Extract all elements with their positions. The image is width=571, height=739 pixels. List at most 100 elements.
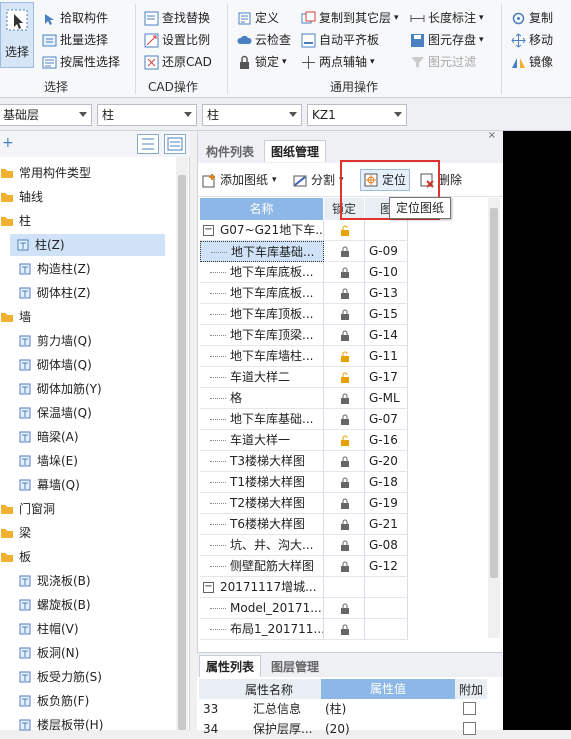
tree-item[interactable]: 梁 bbox=[0, 522, 172, 544]
tree-item[interactable]: 现浇板(B) bbox=[0, 570, 172, 592]
drawing-name-cell[interactable]: T6楼梯大样图 bbox=[200, 514, 324, 535]
define-button[interactable]: 定义 bbox=[237, 8, 279, 28]
drawing-canvas[interactable] bbox=[503, 131, 571, 730]
tree-item[interactable]: 板受力筋(S) bbox=[0, 666, 172, 688]
tree-scrollbar-thumb[interactable] bbox=[178, 175, 186, 730]
lock-cell[interactable] bbox=[324, 472, 365, 493]
close-icon[interactable]: × bbox=[488, 130, 496, 141]
table-row[interactable]: 地下车库底板... G-13 bbox=[200, 283, 408, 304]
lock-cell[interactable] bbox=[324, 619, 365, 640]
property-row[interactable]: 33 汇总信息 (柱) bbox=[199, 699, 489, 719]
drawing-name-cell[interactable]: T1楼梯大样图 bbox=[200, 472, 324, 493]
tree-item[interactable]: 门窗洞 bbox=[0, 498, 172, 520]
tree-item[interactable]: 板洞(N) bbox=[0, 642, 172, 664]
batch-select-button[interactable]: 批量选择 bbox=[42, 30, 108, 50]
property-value[interactable]: (20) bbox=[325, 719, 350, 739]
table-row[interactable]: T2楼梯大样图 G-19 bbox=[200, 493, 408, 514]
copy-to-other-floor-button[interactable]: 复制到其它层 ▾ bbox=[301, 8, 399, 28]
lock-button[interactable]: 锁定 ▾ bbox=[237, 52, 287, 72]
drawing-list-scrollbar[interactable] bbox=[488, 198, 500, 638]
drawing-name-cell[interactable]: 地下车库基础... bbox=[200, 241, 324, 262]
table-row[interactable]: T6楼梯大样图 G-21 bbox=[200, 514, 408, 535]
table-row[interactable]: − G07~G21地下车... bbox=[200, 220, 408, 241]
copy-button[interactable]: 复制 bbox=[511, 8, 553, 28]
property-checkbox[interactable] bbox=[463, 722, 476, 735]
property-row[interactable]: 34 保护层厚... (20) bbox=[199, 719, 489, 739]
tree-scrollbar[interactable] bbox=[176, 157, 188, 730]
lock-cell[interactable] bbox=[324, 409, 365, 430]
property-checkbox[interactable] bbox=[463, 702, 476, 715]
split-button[interactable]: 分割 ▾ bbox=[293, 169, 344, 191]
drawing-scrollbar-thumb[interactable] bbox=[490, 208, 498, 578]
tab-property-list[interactable]: 属性列表 bbox=[199, 655, 262, 677]
collapse-icon[interactable]: − bbox=[203, 225, 214, 236]
drawing-name-cell[interactable]: 地下车库顶梁... bbox=[200, 325, 324, 346]
lock-cell[interactable] bbox=[324, 430, 365, 451]
tab-layer-manager[interactable]: 图层管理 bbox=[265, 656, 325, 678]
tree-item[interactable]: 常用构件类型 bbox=[0, 162, 172, 184]
lock-cell[interactable] bbox=[324, 514, 365, 535]
lock-cell[interactable] bbox=[324, 556, 365, 577]
lock-cell[interactable] bbox=[324, 304, 365, 325]
table-row[interactable]: 车道大样二 G-17 bbox=[200, 367, 408, 388]
tab-component-list[interactable]: 构件列表 bbox=[200, 141, 260, 163]
tree-item[interactable]: 剪力墙(Q) bbox=[0, 330, 172, 352]
table-row[interactable]: Model_20171... bbox=[200, 598, 408, 619]
chevron-down-icon[interactable]: ▾ bbox=[282, 52, 287, 72]
chevron-down-icon[interactable]: ▾ bbox=[479, 30, 484, 50]
add-drawing-button[interactable]: 添加图纸 ▾ bbox=[202, 169, 277, 191]
tab-drawing-manager[interactable]: 图纸管理 bbox=[264, 140, 327, 162]
set-scale-button[interactable]: 设置比例 bbox=[144, 30, 210, 50]
length-dimension-button[interactable]: 长度标注 ▾ bbox=[410, 8, 484, 28]
table-row[interactable]: −20171117增城... bbox=[200, 577, 408, 598]
table-row[interactable]: 地下车库墙柱... G-11 bbox=[200, 346, 408, 367]
drawing-name-cell[interactable]: −20171117增城... bbox=[200, 577, 324, 598]
lock-cell[interactable] bbox=[324, 388, 365, 409]
element-filter-button[interactable]: 图元过滤 bbox=[410, 52, 476, 72]
drawing-name-cell[interactable]: 坑、井、沟大... bbox=[200, 535, 324, 556]
table-row[interactable]: T1楼梯大样图 G-18 bbox=[200, 472, 408, 493]
lock-cell[interactable] bbox=[324, 535, 365, 556]
save-element-button[interactable]: 图元存盘 ▾ bbox=[410, 30, 484, 50]
drawing-name-cell[interactable]: Model_20171... bbox=[200, 598, 324, 619]
table-row[interactable]: 地下车库基础... G-09 bbox=[200, 241, 408, 262]
tree-item[interactable]: 柱帽(V) bbox=[0, 618, 172, 640]
drawing-name-cell[interactable]: T2楼梯大样图 bbox=[200, 493, 324, 514]
drawing-name-cell[interactable]: 侧壁配筋大样图 bbox=[200, 556, 324, 577]
drawing-name-cell[interactable]: 车道大样一 bbox=[200, 430, 324, 451]
detail-view-button[interactable] bbox=[164, 134, 186, 154]
property-value[interactable]: (柱) bbox=[325, 699, 346, 719]
table-row[interactable]: 坑、井、沟大... G-08 bbox=[200, 535, 408, 556]
select-by-attr-button[interactable]: 按属性选择 bbox=[42, 52, 120, 72]
drawing-name-cell[interactable]: 地下车库顶板... bbox=[200, 304, 324, 325]
tree-item[interactable]: 保温墙(Q) bbox=[0, 402, 172, 424]
tree-item[interactable]: 砌体墙(Q) bbox=[0, 354, 172, 376]
type-select[interactable]: 柱 bbox=[202, 104, 302, 126]
lock-cell[interactable] bbox=[324, 598, 365, 619]
lock-cell[interactable] bbox=[324, 493, 365, 514]
auto-level-slab-button[interactable]: 自动平齐板 bbox=[301, 30, 379, 50]
tree-item[interactable]: 幕墙(Q) bbox=[0, 474, 172, 496]
drawing-name-cell[interactable]: − G07~G21地下车... bbox=[200, 220, 324, 241]
chevron-down-icon[interactable]: ▾ bbox=[479, 8, 484, 28]
table-row[interactable]: T3楼梯大样图 G-20 bbox=[200, 451, 408, 472]
select-button[interactable]: 选择 bbox=[0, 2, 34, 68]
lock-cell[interactable] bbox=[324, 283, 365, 304]
chevron-down-icon[interactable]: ▾ bbox=[370, 52, 375, 72]
column-name-header[interactable]: 名称 bbox=[200, 198, 324, 220]
drawing-name-cell[interactable]: T3楼梯大样图 bbox=[200, 451, 324, 472]
move-button[interactable]: 移动 bbox=[511, 30, 553, 50]
tree-item[interactable]: 柱 bbox=[0, 210, 172, 232]
restore-cad-button[interactable]: 还原CAD bbox=[144, 52, 212, 72]
table-row[interactable]: 地下车库顶板... G-15 bbox=[200, 304, 408, 325]
tree-item[interactable]: 暗梁(A) bbox=[0, 426, 172, 448]
lock-cell[interactable] bbox=[324, 220, 365, 241]
table-row[interactable]: 格 G-ML bbox=[200, 388, 408, 409]
mirror-button[interactable]: 镜像 bbox=[511, 52, 553, 72]
tree-item[interactable]: 构造柱(Z) bbox=[0, 258, 172, 280]
tree-item[interactable]: 砌体柱(Z) bbox=[0, 282, 172, 304]
drawing-name-cell[interactable]: 格 bbox=[200, 388, 324, 409]
drawing-name-cell[interactable]: 地下车库墙柱... bbox=[200, 346, 324, 367]
add-icon[interactable]: + bbox=[2, 135, 14, 151]
cloud-check-button[interactable]: 云检查 bbox=[237, 30, 291, 50]
